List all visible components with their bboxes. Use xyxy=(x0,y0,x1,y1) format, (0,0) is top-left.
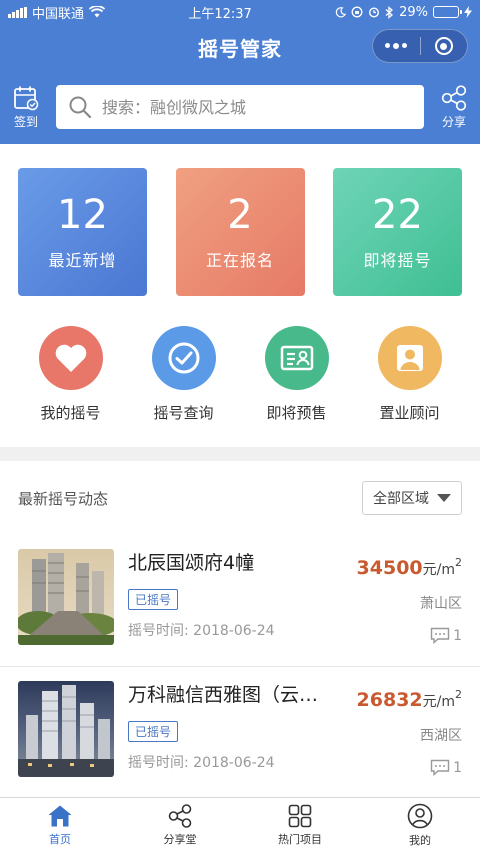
caret-down-icon xyxy=(437,494,451,502)
listing-item[interactable]: 万科融信西雅图（云… 26832元/m2 已摇号 西湖区 摇号时间: 2018-… xyxy=(0,667,480,799)
check-icon xyxy=(151,326,216,390)
listing-district: 萧山区 xyxy=(420,596,462,612)
feed-title: 最新摇号动态 xyxy=(18,489,109,508)
listing-time: 摇号时间: 2018-06-24 xyxy=(128,755,275,771)
tab-label: 首页 xyxy=(49,833,71,846)
grid-icon xyxy=(288,804,312,828)
heart-icon xyxy=(38,326,103,390)
building-photo xyxy=(18,549,114,645)
comment-icon xyxy=(430,627,450,644)
more-menu-button[interactable] xyxy=(373,30,420,62)
comment-icon xyxy=(430,759,450,776)
user-icon xyxy=(407,803,433,829)
listing-time: 摇号时间: 2018-06-24 xyxy=(128,623,275,639)
battery-icon xyxy=(432,6,462,18)
more-dots-icon xyxy=(385,43,408,49)
moon-icon xyxy=(335,6,347,17)
lottery-feed: 最新摇号动态 全部区域 北辰国颂府4幢 34500元/m2 已摇号 萧山区 摇号… xyxy=(0,461,480,799)
tab-share-hall[interactable]: 分享堂 xyxy=(120,798,240,853)
charging-icon xyxy=(463,6,472,18)
quick-link-label: 我的摇号 xyxy=(40,404,101,422)
stat-value: 2 xyxy=(227,192,253,238)
bottom-tab-bar: 首页 分享堂 热门项目 我的 xyxy=(0,797,480,853)
share-icon xyxy=(441,84,467,111)
bluetooth-icon xyxy=(385,5,394,19)
tab-label: 我的 xyxy=(409,834,431,847)
listing-price: 34500元/m2 xyxy=(356,556,462,579)
stat-card-recent[interactable]: 12 最近新增 xyxy=(18,168,147,296)
person-icon xyxy=(377,326,442,390)
search-row: 签到 分享 xyxy=(0,70,480,144)
tab-home[interactable]: 首页 xyxy=(0,798,120,853)
stat-card-upcoming[interactable]: 22 即将摇号 xyxy=(333,168,462,296)
listing-district: 西湖区 xyxy=(420,728,462,744)
close-mini-program-button[interactable] xyxy=(421,30,468,62)
feed-header: 最新摇号动态 全部区域 xyxy=(0,461,480,535)
listing-item[interactable]: 北辰国颂府4幢 34500元/m2 已摇号 萧山区 摇号时间: 2018-06-… xyxy=(0,535,480,667)
listing-name: 北辰国颂府4幢 xyxy=(128,552,255,574)
target-icon xyxy=(434,37,453,55)
comment-count: 1 xyxy=(430,627,462,644)
search-icon xyxy=(69,96,92,119)
clock: 上午12:37 xyxy=(188,6,252,22)
battery-percent: 29% xyxy=(399,4,428,20)
carrier-label: 中国联通 xyxy=(32,6,85,22)
dashboard: 12 最近新增 2 正在报名 22 即将摇号 我的摇号 摇号查询 即将预售 置业… xyxy=(0,144,480,447)
home-icon xyxy=(48,805,72,827)
region-filter-label: 全部区域 xyxy=(373,491,429,507)
mini-program-capsule xyxy=(372,29,468,63)
comment-count: 1 xyxy=(430,759,462,776)
checkin-label: 签到 xyxy=(13,114,38,129)
quick-link-presale[interactable]: 即将预售 xyxy=(252,326,342,423)
share-label: 分享 xyxy=(441,114,466,129)
checkin-button[interactable]: 签到 xyxy=(10,85,42,130)
search-box[interactable] xyxy=(56,85,424,129)
share-button[interactable]: 分享 xyxy=(438,84,470,130)
quick-link-label: 置业顾问 xyxy=(379,404,440,422)
tab-label: 热门项目 xyxy=(278,833,322,846)
id-card-icon xyxy=(264,326,329,390)
stat-card-registering[interactable]: 2 正在报名 xyxy=(175,168,305,296)
listing-price: 26832元/m2 xyxy=(356,688,462,711)
section-divider xyxy=(0,447,480,461)
tab-mine[interactable]: 我的 xyxy=(360,798,480,853)
rotation-lock-icon xyxy=(351,6,363,18)
navigation-bar: 摇号管家 xyxy=(0,24,480,70)
region-filter-dropdown[interactable]: 全部区域 xyxy=(362,481,462,515)
status-badge: 已摇号 xyxy=(128,721,179,742)
quick-link-lottery-query[interactable]: 摇号查询 xyxy=(139,326,229,423)
app-header: 中国联通 上午12:37 29% 摇号管家 签到 搜索：融创微风之城 分享 xyxy=(0,0,480,144)
page-title: 摇号管家 xyxy=(198,36,282,61)
search-input[interactable] xyxy=(102,97,412,117)
building-photo xyxy=(18,681,114,777)
stat-value: 22 xyxy=(372,192,423,238)
quick-link-consultant[interactable]: 置业顾问 xyxy=(365,326,455,423)
tab-label: 分享堂 xyxy=(163,833,197,846)
quick-links: 我的摇号 摇号查询 即将预售 置业顾问 xyxy=(0,296,480,447)
signal-icon xyxy=(8,6,27,18)
stat-label: 正在报名 xyxy=(205,251,274,270)
listing-name: 万科融信西雅图（云… xyxy=(128,684,319,706)
share-icon xyxy=(168,804,192,828)
quick-link-label: 摇号查询 xyxy=(153,404,214,422)
stats-row: 12 最近新增 2 正在报名 22 即将摇号 xyxy=(0,144,480,296)
status-bar: 中国联通 上午12:37 29% xyxy=(0,0,480,24)
stat-value: 12 xyxy=(57,192,108,238)
tab-hot-projects[interactable]: 热门项目 xyxy=(240,798,360,853)
stat-label: 最近新增 xyxy=(48,251,117,270)
wifi-icon xyxy=(89,6,106,18)
alarm-icon xyxy=(369,7,380,18)
calendar-check-icon xyxy=(14,86,39,110)
quick-link-my-lottery[interactable]: 我的摇号 xyxy=(26,326,116,423)
stat-label: 即将摇号 xyxy=(363,251,432,270)
quick-link-label: 即将预售 xyxy=(266,404,327,422)
status-badge: 已摇号 xyxy=(128,589,179,610)
